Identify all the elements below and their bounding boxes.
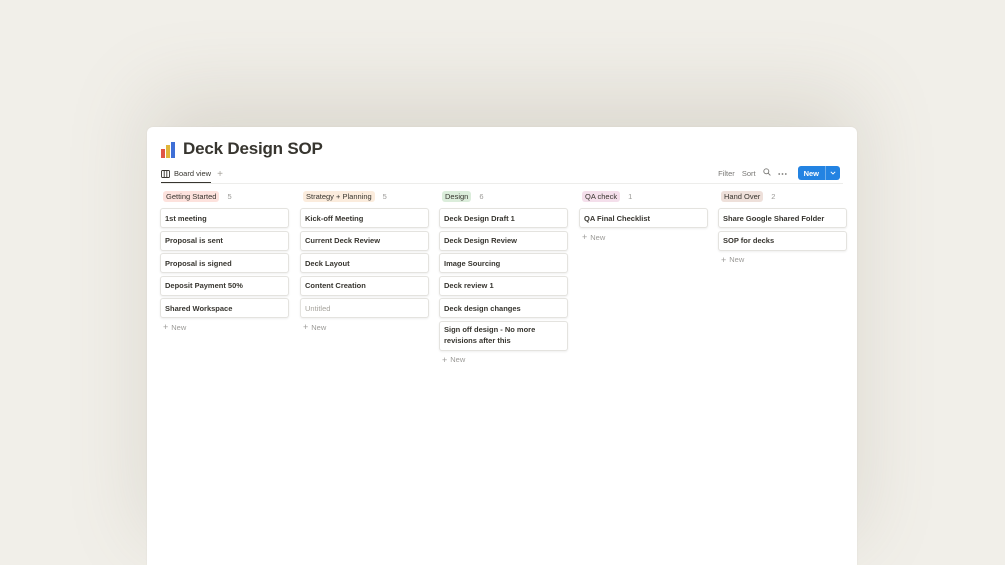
board-column: Getting Started 5 1st meeting Proposal is s… [160,190,291,333]
board-card[interactable]: Untitled [300,298,429,318]
board-column: Hand Over 2 Share Google Shared Folder SOP … [718,190,849,266]
bar-chart-icon[interactable] [161,141,177,158]
board-card[interactable]: 1st meeting [160,208,289,228]
tab-board-view[interactable]: Board view [161,169,212,183]
plus-icon: + [721,254,727,265]
add-card-label: New [450,355,466,364]
column-count: 6 [479,191,484,201]
plus-icon: + [582,232,588,242]
board-card[interactable]: Content Creation [300,275,429,296]
filter-button[interactable]: Filter [718,169,735,178]
board-card[interactable]: SOP for decks [718,230,847,251]
status-badge: Getting Started [163,190,220,202]
board-column: QA check 1 QA Final Checklist + New [579,190,710,243]
more-dots-icon[interactable] [777,169,787,178]
column-header[interactable]: Design 6 [439,190,570,202]
board-card[interactable]: Sign off design - No more revisions afte… [439,320,568,351]
new-button[interactable]: New [797,166,840,180]
add-card-button[interactable]: + New [439,354,570,366]
board-card[interactable]: QA Final Checklist [579,208,708,228]
board-column: Strategy + Planning 5 Kick-off Meeting Curr… [300,190,431,333]
add-card-label: New [171,322,187,332]
add-card-label: New [311,322,327,332]
page-title[interactable]: Deck Design SOP [183,139,323,159]
page-header: Deck Design SOP [161,139,323,159]
column-header[interactable]: Hand Over 2 [718,190,849,202]
chevron-down-icon[interactable] [825,166,840,180]
add-card-label: New [590,232,606,242]
board-card[interactable]: Current Deck Review [300,230,429,251]
status-badge: Strategy + Planning [303,190,375,202]
board-card[interactable]: Kick-off Meeting [300,208,429,228]
status-badge: Design [442,190,472,202]
plus-icon: + [442,354,448,365]
view-tabs: Board view + [161,168,223,184]
column-count: 2 [771,191,776,201]
search-icon[interactable] [762,168,771,178]
column-header[interactable]: QA check 1 [579,190,710,202]
board-card[interactable]: Proposal is signed [160,253,289,273]
new-button-label[interactable]: New [798,166,825,180]
plus-icon: + [303,322,309,332]
board-card[interactable]: Deck review 1 [439,275,568,296]
board-view-icon [161,169,170,178]
add-card-button[interactable]: + New [579,231,710,243]
board-card[interactable]: Deposit Payment 50% [160,275,289,296]
sort-button[interactable]: Sort [742,169,756,178]
column-header[interactable]: Strategy + Planning 5 [300,190,431,202]
add-card-button[interactable]: + New [300,321,431,333]
board-card[interactable]: Share Google Shared Folder [718,208,847,228]
column-count: 5 [227,191,232,201]
plus-icon: + [163,322,169,332]
column-count: 5 [382,191,387,201]
add-card-label: New [729,255,745,264]
divider [161,183,843,184]
add-view-button[interactable]: + [217,169,223,184]
add-card-button[interactable]: + New [160,321,291,333]
board-column: Design 6 Deck Design Draft 1 Deck Design Re… [439,190,570,366]
database-toolbar: Filter Sort New [718,166,840,180]
status-badge: QA check [582,190,621,202]
column-header[interactable]: Getting Started 5 [160,190,291,202]
column-count: 1 [628,191,633,201]
board-card[interactable]: Deck Design Review [439,230,568,251]
board-card[interactable]: Deck Design Draft 1 [439,208,568,228]
board-card[interactable]: Shared Workspace [160,298,289,318]
status-badge: Hand Over [721,190,764,202]
board-card[interactable]: Deck design changes [439,298,568,318]
tab-label: Board view [174,169,212,178]
board-card[interactable]: Image Sourcing [439,253,568,273]
board-card[interactable]: Proposal is sent [160,230,289,251]
add-card-button[interactable]: + New [718,254,849,266]
board-card[interactable]: Deck Layout [300,253,429,273]
notion-page-window: Deck Design SOP Board view + Filter Sort… [147,127,857,565]
